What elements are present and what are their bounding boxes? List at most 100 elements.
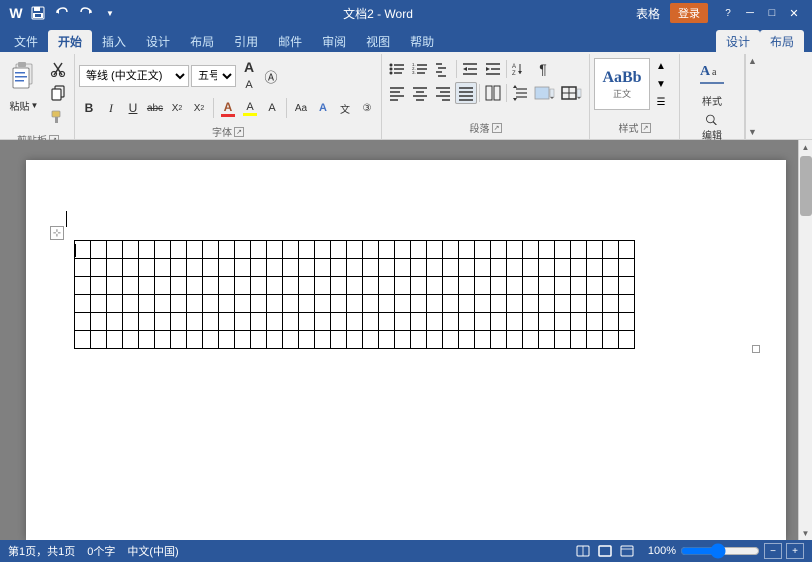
table-cell[interactable] [571,313,587,331]
table-cell[interactable] [171,313,187,331]
table-cell[interactable] [219,241,235,259]
table-cell[interactable] [331,277,347,295]
table-cell[interactable] [139,313,155,331]
line-spacing-button[interactable] [509,82,531,104]
table-cell[interactable] [443,241,459,259]
table-cell[interactable] [347,313,363,331]
table-cell[interactable] [171,259,187,277]
table-cell[interactable] [347,241,363,259]
table-cell[interactable] [347,331,363,349]
phonetic-guide-button[interactable]: 文 [335,98,355,118]
table-cell[interactable] [587,277,603,295]
increase-indent-button[interactable] [482,58,504,80]
table-cell[interactable] [523,331,539,349]
table-cell[interactable] [475,313,491,331]
table-cell[interactable] [139,241,155,259]
table-cell[interactable] [299,295,315,313]
multilevel-list-button[interactable] [432,58,454,80]
align-center-button[interactable] [409,82,431,104]
table-cell[interactable] [443,295,459,313]
table-cell[interactable] [139,259,155,277]
tab-table-layout[interactable]: 布局 [760,30,804,52]
tab-help[interactable]: 帮助 [400,30,444,52]
table-cell[interactable] [75,277,91,295]
table-cell[interactable] [91,331,107,349]
table-cell[interactable] [251,295,267,313]
column-button[interactable] [482,82,504,104]
style-preview[interactable]: AaBb 正文 [594,58,650,110]
table-cell[interactable] [283,259,299,277]
table-cell[interactable] [267,241,283,259]
table-cell[interactable] [283,295,299,313]
table-cell[interactable] [539,331,555,349]
table-cell[interactable] [427,259,443,277]
highlight-color-button[interactable]: A [240,98,260,118]
table-cell[interactable] [91,295,107,313]
table-cell[interactable] [251,313,267,331]
read-view-button[interactable] [574,543,592,559]
paragraph-group-expand[interactable]: ↗ [492,123,502,133]
table-cell[interactable] [411,259,427,277]
tab-references[interactable]: 引用 [224,30,268,52]
table-cell[interactable] [507,313,523,331]
table-cell[interactable] [107,313,123,331]
table-cell[interactable] [603,331,619,349]
table-cell[interactable] [363,313,379,331]
table-cell[interactable] [187,313,203,331]
table-cell[interactable] [315,295,331,313]
table-cell[interactable] [587,331,603,349]
cut-button[interactable] [46,58,70,80]
table-cell[interactable] [107,277,123,295]
table-cell[interactable] [203,277,219,295]
restore-button[interactable]: □ [762,3,782,23]
scroll-up-arrow[interactable]: ▲ [799,140,812,154]
table-cell[interactable] [427,331,443,349]
quick-access-customize[interactable]: ▼ [100,3,120,23]
show-paragraph-button[interactable]: ¶ [532,58,554,80]
tab-mailings[interactable]: 邮件 [268,30,312,52]
table-cell[interactable] [75,259,91,277]
table-cell[interactable] [299,313,315,331]
table-cell[interactable] [283,277,299,295]
table-cell[interactable] [443,277,459,295]
table-cell[interactable] [331,295,347,313]
text-effect-button[interactable]: A [313,98,333,118]
strikethrough-button[interactable]: abc [145,98,165,118]
table-cell[interactable] [171,241,187,259]
font-name-select[interactable]: 等线 (中文正文) [79,65,189,87]
table-cell[interactable] [315,313,331,331]
table-cell[interactable] [443,313,459,331]
table-cell[interactable] [459,241,475,259]
table-cell[interactable] [91,277,107,295]
ribbon-scroll-up[interactable]: ▲ [748,56,757,66]
table-cell[interactable] [443,259,459,277]
table-cell[interactable] [571,259,587,277]
table-cell[interactable] [411,295,427,313]
table-cell[interactable] [139,295,155,313]
table-cell[interactable] [491,295,507,313]
zoom-slider[interactable] [680,543,760,559]
table-cell[interactable] [619,295,635,313]
table-cell[interactable] [491,313,507,331]
table-cell[interactable] [603,259,619,277]
table-cell[interactable] [555,295,571,313]
table-cell[interactable] [603,295,619,313]
underline-button[interactable]: U [123,98,143,118]
table-cell[interactable] [123,313,139,331]
table-cell[interactable] [331,331,347,349]
table-cell[interactable] [107,295,123,313]
align-left-button[interactable] [386,82,408,104]
table-cell[interactable] [219,331,235,349]
undo-button[interactable] [52,3,72,23]
table-cell[interactable] [571,241,587,259]
table-cell[interactable] [395,295,411,313]
table-cell[interactable] [315,277,331,295]
table-cell[interactable] [155,313,171,331]
table-cell[interactable] [459,277,475,295]
table-cell[interactable] [411,241,427,259]
table-cell[interactable] [107,331,123,349]
table-cell[interactable] [187,331,203,349]
table-cell[interactable] [427,295,443,313]
shading-button[interactable] [532,82,558,104]
table-cell[interactable] [203,241,219,259]
